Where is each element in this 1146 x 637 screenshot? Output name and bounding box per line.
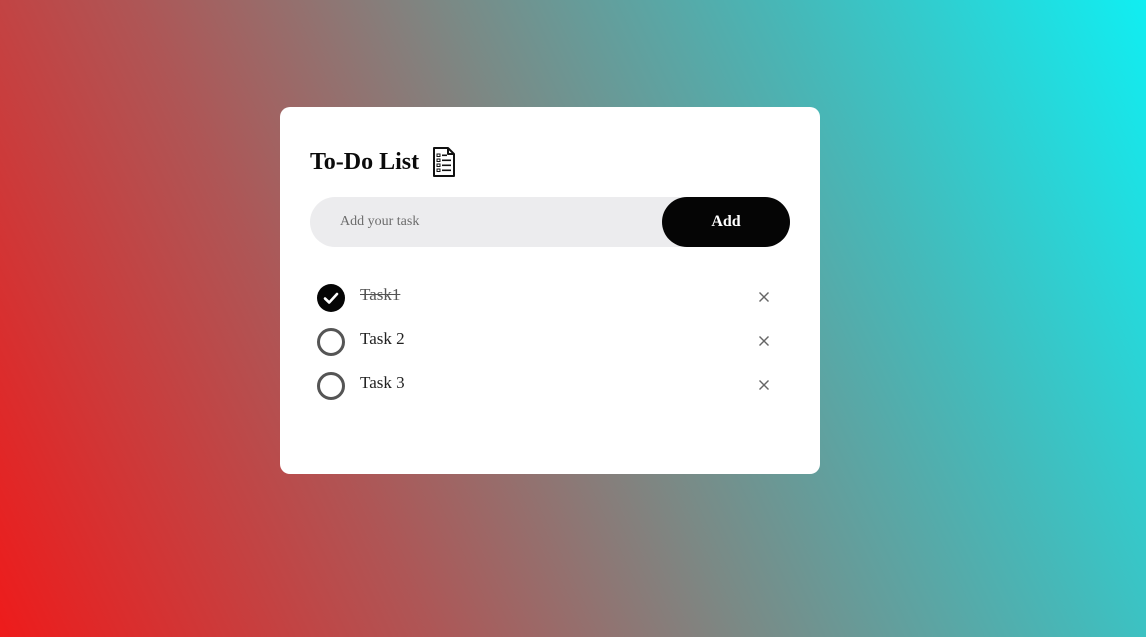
task-text: Task 3: [360, 373, 405, 392]
unchecked-circle-icon[interactable]: [317, 372, 345, 400]
task-text: Task1: [360, 285, 401, 304]
checked-circle-icon[interactable]: [317, 284, 345, 312]
task-text: Task 2: [360, 329, 405, 348]
task-item[interactable]: Task1: [316, 283, 780, 327]
header: To-Do List: [310, 145, 457, 179]
task-input[interactable]: [340, 197, 650, 247]
add-button[interactable]: Add: [662, 197, 790, 247]
close-icon[interactable]: [756, 333, 772, 349]
todo-card: To-Do List Add your task Add Task1 Task …: [280, 107, 820, 474]
task-item[interactable]: Task 2: [316, 327, 780, 371]
notepad-checklist-icon: [431, 146, 457, 178]
task-list: Task1 Task 2 Task 3: [316, 283, 780, 415]
task-item[interactable]: Task 3: [316, 371, 780, 415]
page-title: To-Do List: [310, 149, 420, 175]
close-icon[interactable]: [756, 289, 772, 305]
task-input-bar: Add: [310, 197, 790, 247]
close-icon[interactable]: [756, 377, 772, 393]
unchecked-circle-icon[interactable]: [317, 328, 345, 356]
